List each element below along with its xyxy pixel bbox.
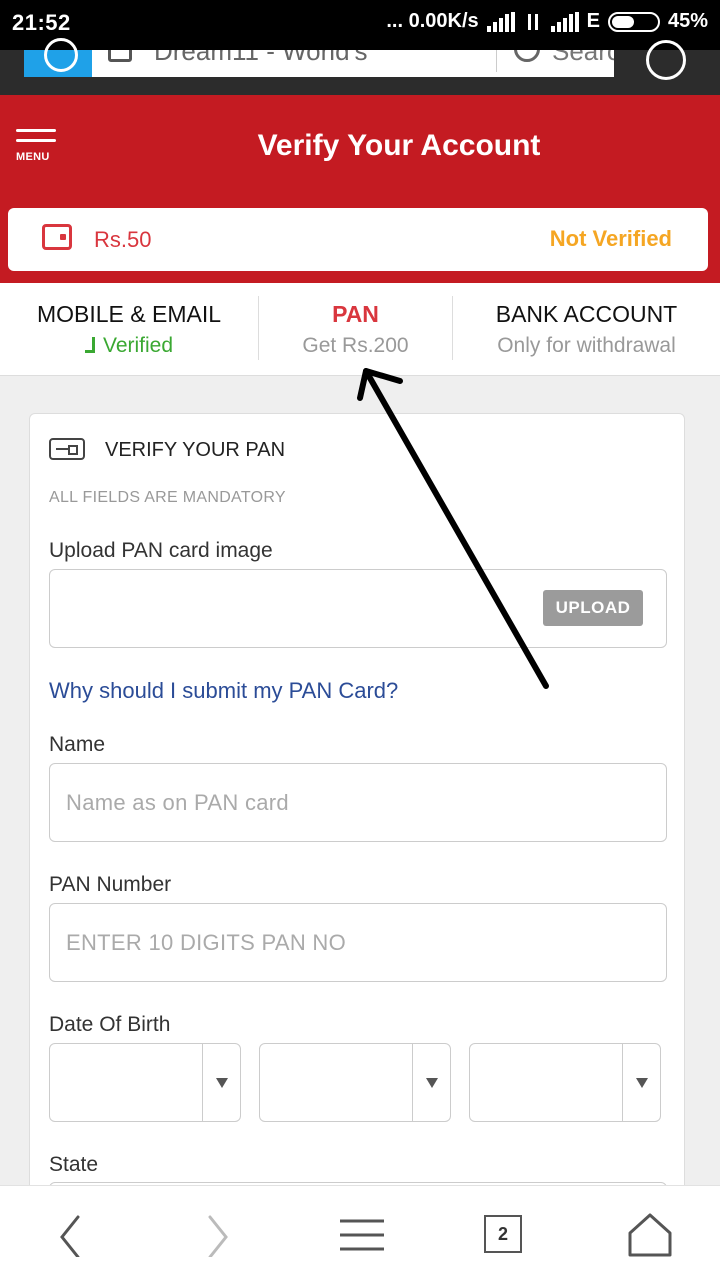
id-card-icon (49, 438, 85, 460)
tab-subtitle: Verified (0, 334, 258, 358)
menu-nav-button[interactable] (320, 1186, 400, 1280)
dropdown-caret-icon (636, 1078, 648, 1088)
url-text: Dream11 - World's (154, 50, 368, 66)
tab-subtitle: Get Rs.200 (302, 334, 409, 357)
pan-number-label: PAN Number (49, 873, 172, 896)
signal-icon-2 (550, 11, 579, 32)
select-divider (202, 1044, 203, 1121)
verification-status: Not Verified (549, 226, 672, 251)
tab-title: BANK ACCOUNT (495, 301, 678, 327)
back-button[interactable] (32, 1186, 112, 1280)
pan-form-card: VERIFY YOUR PAN ALL FIELDS ARE MANDATORY… (29, 413, 685, 1242)
dob-month-select[interactable] (259, 1043, 451, 1122)
page-title: Verify Your Account (257, 129, 541, 162)
browser-menu-icon[interactable] (646, 40, 686, 80)
browser-bottom-nav: 2 (0, 1185, 720, 1280)
pan-number-placeholder: ENTER 10 DIGITS PAN NO (66, 930, 347, 955)
status-time: 21:52 (12, 10, 71, 35)
data-transfer-icon (523, 12, 543, 32)
check-icon (84, 337, 95, 353)
name-label: Name (49, 733, 106, 756)
upload-field[interactable]: UPLOAD (49, 569, 667, 648)
tab-subtitle-text: Verified (102, 334, 174, 357)
dob-year-select[interactable] (469, 1043, 661, 1122)
status-indicators: ... 0.00K/s E 45% (386, 10, 708, 33)
pan-number-input[interactable]: ENTER 10 DIGITS PAN NO (49, 903, 667, 982)
home-icon (628, 1213, 672, 1257)
screen: 21:52 ... 0.00K/s E 45% Dream11 - World'… (0, 0, 720, 1280)
status-bar: 21:52 ... 0.00K/s E 45% (0, 0, 720, 50)
app-header: MENU Verify Your Account Rs.50 Not Verif… (0, 95, 720, 283)
name-input[interactable]: Name as on PAN card (49, 763, 667, 842)
tab-bank-account[interactable]: BANK ACCOUNT Only for withdrawal (453, 283, 720, 376)
wallet-amount: Rs.50 (94, 227, 152, 252)
dob-label: Date Of Birth (49, 1013, 171, 1036)
battery-percent: 45% (667, 10, 708, 32)
hamburger-menu-icon (340, 1219, 384, 1251)
address-bar[interactable]: Dream11 - World's Search (92, 50, 614, 77)
mandatory-note: ALL FIELDS ARE MANDATORY (49, 489, 286, 506)
tab-subtitle: Only for withdrawal (497, 334, 676, 357)
home-button[interactable] (608, 1186, 688, 1280)
browser-logo-icon[interactable] (24, 38, 92, 77)
browser-bar: Dream11 - World's Search (0, 38, 720, 95)
why-pan-link[interactable]: Why should I submit my PAN Card? (49, 678, 398, 704)
dropdown-caret-icon (426, 1078, 438, 1088)
address-divider (496, 50, 497, 72)
form-title: VERIFY YOUR PAN (105, 439, 286, 461)
upload-button[interactable]: UPLOAD (543, 590, 643, 626)
select-divider (412, 1044, 413, 1121)
forward-button[interactable] (176, 1186, 256, 1280)
state-label: State (49, 1153, 99, 1176)
verification-tabs: MOBILE & EMAIL Verified PAN Get Rs.200 B… (0, 283, 720, 376)
network-speed: ... 0.00K/s (386, 10, 479, 32)
tab-count: 2 (484, 1215, 522, 1253)
back-icon (60, 1215, 80, 1257)
tab-title: MOBILE & EMAIL (36, 301, 222, 327)
dropdown-caret-icon (216, 1078, 228, 1088)
network-type: E (586, 10, 600, 32)
search-placeholder[interactable]: Search (552, 50, 614, 67)
tab-title: PAN (332, 301, 379, 327)
battery-icon (607, 11, 660, 32)
forward-icon (208, 1215, 228, 1257)
search-icon[interactable] (514, 50, 540, 62)
page-icon (108, 50, 132, 62)
tabs-button[interactable]: 2 (464, 1186, 544, 1280)
upload-label: Upload PAN card image (49, 539, 273, 562)
tab-mobile-email[interactable]: MOBILE & EMAIL Verified (0, 283, 258, 376)
name-placeholder: Name as on PAN card (66, 790, 289, 815)
select-divider (622, 1044, 623, 1121)
dob-day-select[interactable] (49, 1043, 241, 1122)
wallet-icon (42, 224, 72, 250)
signal-icon (486, 11, 515, 32)
tab-pan[interactable]: PAN Get Rs.200 (259, 283, 452, 376)
wallet-card[interactable]: Rs.50 Not Verified (8, 208, 708, 271)
